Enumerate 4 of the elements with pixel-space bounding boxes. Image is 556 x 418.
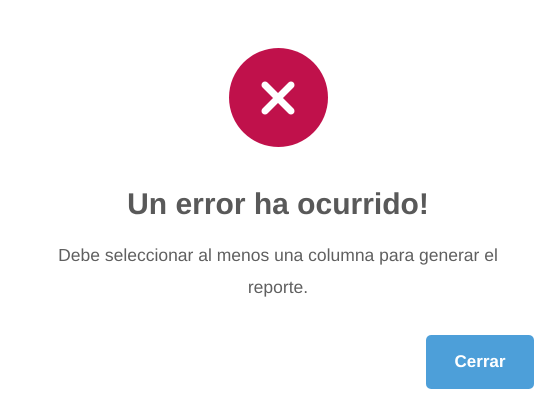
close-icon xyxy=(260,80,296,116)
dialog-title: Un error ha ocurrido! xyxy=(127,187,429,223)
error-message: Debe seleccionar al menos una columna para generar el reporte. xyxy=(57,244,499,299)
close-button[interactable]: Cerrar xyxy=(426,335,534,389)
